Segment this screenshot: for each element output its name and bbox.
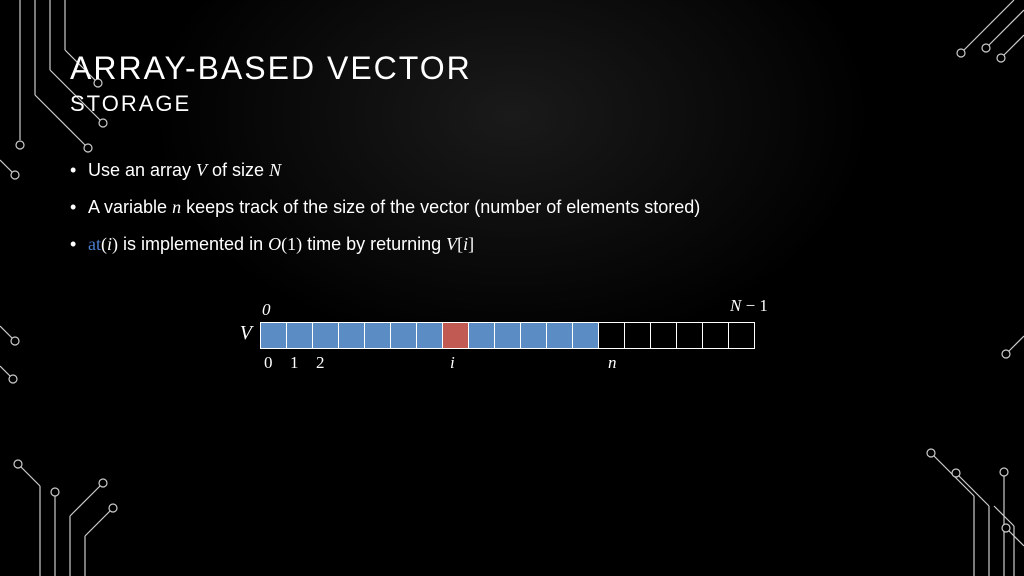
array-cell-empty (624, 322, 651, 349)
slide-title: ARRAY-BASED VECTOR (70, 50, 954, 87)
bullet-1: Use an array V of size N (70, 157, 954, 184)
bullet-text: time by returning (302, 234, 446, 254)
array-cell-filled (260, 322, 287, 349)
index-label-n: n (608, 353, 617, 373)
bullet-text: of size (207, 160, 269, 180)
array-cell-empty (598, 322, 625, 349)
array-cell-filled (286, 322, 313, 349)
math-var: n (172, 197, 181, 217)
bullet-list: Use an array V of size N A variable n ke… (70, 157, 954, 258)
math-var: O (268, 234, 281, 254)
array-cell-filled (520, 322, 547, 349)
array-cell-filled (416, 322, 443, 349)
slide-subtitle: STORAGE (70, 91, 954, 117)
slide-content: ARRAY-BASED VECTOR STORAGE Use an array … (70, 50, 954, 268)
array-name-label: V (232, 322, 252, 345)
math-var: V (196, 160, 207, 180)
math-var: N (269, 160, 281, 180)
circuit-decoration-bottom-right (854, 316, 1024, 576)
math-bracket: ] (468, 234, 474, 254)
math-paren: (1) (281, 234, 302, 254)
index-label-0: 0 (264, 353, 273, 373)
array-cell-filled (312, 322, 339, 349)
bullet-text: A variable (88, 197, 172, 217)
array-cell-empty (702, 322, 729, 349)
math-var: V (446, 234, 457, 254)
array-cell-filled (494, 322, 521, 349)
bullet-text: keeps track of the size of the vector (n… (181, 197, 700, 217)
bullet-3: at(i) is implemented in O(1) time by ret… (70, 231, 954, 258)
array-cell-empty (676, 322, 703, 349)
array-diagram: V 0 N − 1 0 1 2 i n (260, 300, 755, 377)
array-top-labels: 0 N − 1 (260, 300, 755, 322)
bullet-text: Use an array (88, 160, 196, 180)
math-function: at (88, 234, 101, 254)
array-cell-filled (572, 322, 599, 349)
index-label-last: N − 1 (730, 296, 768, 316)
array-cells (260, 322, 755, 349)
circuit-decoration-bottom-left (0, 316, 160, 576)
array-cell-filled (364, 322, 391, 349)
index-label-first: 0 (262, 300, 271, 320)
array-cell-highlight (442, 322, 469, 349)
array-cell-empty (728, 322, 755, 349)
bullet-2: A variable n keeps track of the size of … (70, 194, 954, 221)
index-label-2: 2 (316, 353, 325, 373)
array-cell-filled (390, 322, 417, 349)
array-cell-filled (546, 322, 573, 349)
index-label-i: i (450, 353, 455, 373)
index-label-1: 1 (290, 353, 299, 373)
array-cell-filled (338, 322, 365, 349)
array-bottom-labels: 0 1 2 i n (260, 353, 755, 377)
array-cell-filled (468, 322, 495, 349)
array-cell-empty (650, 322, 677, 349)
bullet-text: is implemented in (118, 234, 268, 254)
